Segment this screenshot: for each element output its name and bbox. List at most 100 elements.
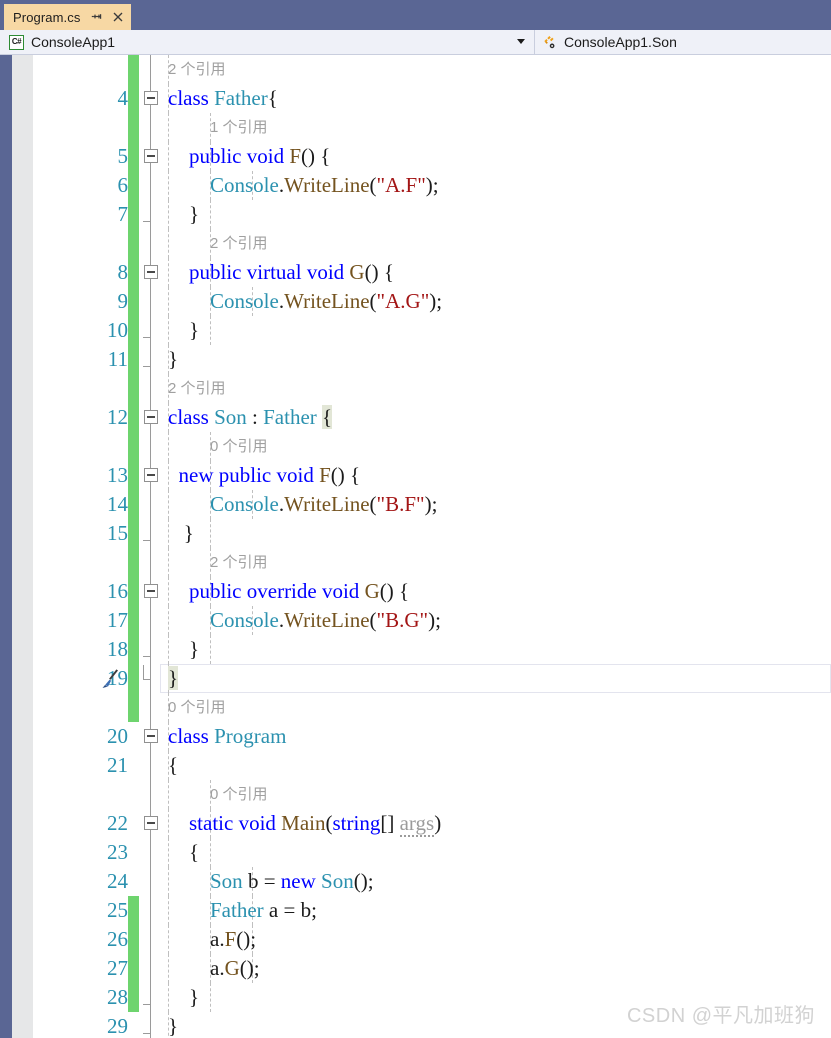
code-line-row[interactable]: 17 Console.WriteLine("B.G"); <box>0 606 831 635</box>
code-editor[interactable]: 2 个引用 4 class Father{1 个引用 5 public void F(… <box>0 55 831 1038</box>
code-text[interactable]: } <box>168 635 199 664</box>
code-text[interactable]: { <box>168 751 178 780</box>
screwdriver-quick-actions-icon[interactable] <box>98 669 120 689</box>
code-text[interactable]: Father a = b; <box>168 896 317 925</box>
project-dropdown[interactable]: C# ConsoleApp1 <box>0 29 535 55</box>
code-text[interactable]: Console.WriteLine("B.F"); <box>168 490 437 519</box>
collapse-fold-icon[interactable] <box>144 468 158 482</box>
codelens-reference-count[interactable]: 0 个引用 <box>210 780 268 809</box>
code-text[interactable]: class Father{ <box>168 84 278 113</box>
code-line-row[interactable]: 18 } <box>0 635 831 664</box>
codelens-row[interactable]: 2 个引用 <box>0 229 831 258</box>
code-line-row[interactable]: 19} <box>0 664 831 693</box>
code-text[interactable]: public override void G() { <box>168 577 409 606</box>
document-tab-program-cs[interactable]: Program.cs <box>4 4 132 30</box>
code-line-row[interactable]: 26 a.F(); <box>0 925 831 954</box>
codelens-reference-count[interactable]: 2 个引用 <box>168 374 226 403</box>
change-bar <box>128 287 139 316</box>
line-number: 28 <box>107 985 128 1009</box>
codelens-row[interactable]: 2 个引用 <box>0 55 831 84</box>
line-number: 16 <box>107 579 128 603</box>
codelens-reference-count[interactable]: 1 个引用 <box>210 113 268 142</box>
code-token: [] <box>380 811 400 835</box>
code-text[interactable]: { <box>168 838 199 867</box>
code-text[interactable]: class Son : Father { <box>168 403 333 432</box>
collapse-fold-icon[interactable] <box>144 816 158 830</box>
code-line-row[interactable]: 4 class Father{ <box>0 84 831 113</box>
codelens-reference-count[interactable]: 0 个引用 <box>168 693 226 722</box>
collapse-fold-icon[interactable] <box>144 265 158 279</box>
pin-icon[interactable] <box>91 11 103 23</box>
code-text[interactable]: } <box>168 519 194 548</box>
code-text[interactable]: } <box>168 1012 178 1038</box>
change-bar <box>128 345 139 374</box>
code-line-row[interactable]: 22 static void Main(string[] args) <box>0 809 831 838</box>
codelens-row[interactable]: 2 个引用 <box>0 548 831 577</box>
code-text[interactable]: public virtual void G() { <box>168 258 394 287</box>
code-text[interactable]: } <box>168 200 199 229</box>
codelens-row[interactable]: 1 个引用 <box>0 113 831 142</box>
code-line-row[interactable]: 24 Son b = new Son(); <box>0 867 831 896</box>
collapse-fold-icon[interactable] <box>144 149 158 163</box>
code-line-row[interactable]: 16 public override void G() { <box>0 577 831 606</box>
code-text[interactable]: static void Main(string[] args) <box>168 809 441 838</box>
code-token: () { <box>379 579 410 603</box>
code-line-row[interactable]: 12 class Son : Father { <box>0 403 831 432</box>
change-bar <box>128 983 139 1012</box>
code-line-row[interactable]: 21 { <box>0 751 831 780</box>
code-line-row[interactable]: 9 Console.WriteLine("A.G"); <box>0 287 831 316</box>
codelens-reference-count[interactable]: 2 个引用 <box>168 55 226 84</box>
code-line-row[interactable]: 10 } <box>0 316 831 345</box>
change-bar <box>128 113 139 142</box>
codelens-reference-count[interactable]: 2 个引用 <box>210 229 268 258</box>
line-number: 27 <box>107 956 128 980</box>
code-text[interactable]: } <box>168 983 199 1012</box>
change-bar <box>128 925 139 954</box>
codelens-row[interactable]: 0 个引用 <box>0 780 831 809</box>
code-line-row[interactable]: 14 Console.WriteLine("B.F"); <box>0 490 831 519</box>
codelens-row[interactable]: 0 个引用 <box>0 693 831 722</box>
code-text[interactable]: } <box>168 316 199 345</box>
code-text[interactable]: Son b = new Son(); <box>168 867 374 896</box>
code-line-row[interactable]: 6 Console.WriteLine("A.F"); <box>0 171 831 200</box>
close-icon[interactable] <box>112 11 124 23</box>
chevron-down-icon[interactable] <box>517 38 525 44</box>
collapse-fold-icon[interactable] <box>144 584 158 598</box>
codelens-reference-count[interactable]: 0 个引用 <box>210 432 268 461</box>
code-line-row[interactable]: 11} <box>0 345 831 374</box>
code-line-row[interactable]: 27 a.G(); <box>0 954 831 983</box>
change-bar <box>128 548 139 577</box>
code-line-row[interactable]: 13 new public void F() { <box>0 461 831 490</box>
collapse-fold-icon[interactable] <box>144 729 158 743</box>
code-text[interactable]: a.F(); <box>168 925 256 954</box>
codelens-row[interactable]: 2 个引用 <box>0 374 831 403</box>
collapse-fold-icon[interactable] <box>144 91 158 105</box>
indent-guide <box>168 780 169 809</box>
code-text[interactable]: Console.WriteLine("A.G"); <box>168 287 442 316</box>
code-text[interactable]: new public void F() { <box>168 461 361 490</box>
code-text[interactable]: } <box>168 664 179 693</box>
collapse-fold-icon[interactable] <box>144 410 158 424</box>
code-text[interactable]: } <box>168 345 178 374</box>
codelens-row[interactable]: 0 个引用 <box>0 432 831 461</box>
codelens-reference-count[interactable]: 2 个引用 <box>210 548 268 577</box>
indent-guide <box>210 200 211 229</box>
code-text[interactable]: a.G(); <box>168 954 260 983</box>
fold-connector-line <box>150 867 151 896</box>
code-token: Console <box>210 173 279 197</box>
code-line-row[interactable]: 25 Father a = b; <box>0 896 831 925</box>
member-dropdown[interactable]: ConsoleApp1.Son <box>535 30 831 55</box>
code-text[interactable]: class Program <box>168 722 286 751</box>
code-line-row[interactable]: 8 public virtual void G() { <box>0 258 831 287</box>
code-line-row[interactable]: 5 public void F() { <box>0 142 831 171</box>
code-text[interactable]: Console.WriteLine("B.G"); <box>168 606 441 635</box>
fold-connector-line <box>150 287 151 316</box>
code-token: Father <box>210 898 264 922</box>
code-text[interactable]: Console.WriteLine("A.F"); <box>168 171 439 200</box>
code-text[interactable]: public void F() { <box>168 142 330 171</box>
code-line-row[interactable]: 20 class Program <box>0 722 831 751</box>
code-line-row[interactable]: 23 { <box>0 838 831 867</box>
code-line-row[interactable]: 15 } <box>0 519 831 548</box>
code-line-row[interactable]: 7 } <box>0 200 831 229</box>
